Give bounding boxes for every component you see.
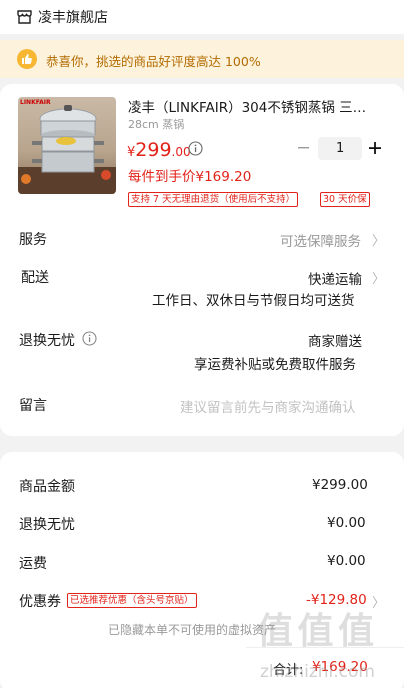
product-title[interactable]: 凌丰（LINKFAIR）304不锈钢蒸锅 三… <box>128 96 380 116</box>
return-fee-label: 退换无忧 <box>19 517 75 533</box>
return-note: 享运费补贴或免费取件服务 <box>194 357 356 373</box>
message-input[interactable]: 建议留言前先与商家沟通确认 <box>180 396 356 416</box>
return-value: 商家赠送 <box>308 334 362 350</box>
service-value[interactable]: 可选保障服务 <box>280 230 361 250</box>
quantity-value[interactable]: 1 <box>336 141 344 156</box>
final-price: 每件到手价¥169.20 <box>128 169 252 185</box>
return-fee-value: ¥0.00 <box>327 515 366 531</box>
product-image[interactable]: LINKFAIR <box>18 97 116 194</box>
coupon-tag[interactable]: 已选推荐优惠（含头号京贴） <box>67 593 197 608</box>
watermark-logo: 值 值 值 <box>257 611 374 652</box>
product-price: ¥299.00 <box>127 139 191 161</box>
store-header: 凌丰旗舰店 <box>0 0 404 34</box>
minus-icon[interactable] <box>297 146 311 150</box>
message-label: 留言 <box>19 398 47 414</box>
shipping-label: 运费 <box>19 556 47 572</box>
return-policy-tag: 支持 7 天无理由退货（使用后不支持） <box>128 192 299 207</box>
chevron-right-icon[interactable]: 〉 <box>372 592 385 611</box>
delivery-note: 工作日、双休日与节假日均可送货 <box>152 293 355 309</box>
delivery-label: 配送 <box>21 270 49 286</box>
image-brand-logo: LINKFAIR <box>20 99 51 106</box>
steamer-pot-illustration <box>18 105 116 194</box>
hidden-assets-note[interactable]: 已隐藏本单不可使用的虚拟资产 <box>108 621 276 638</box>
banner-text: 恭喜你，挑选的商品好评度高达 100% <box>46 54 261 69</box>
shipping-value: ¥0.00 <box>327 553 366 569</box>
coupon-label: 优惠券 <box>19 594 61 610</box>
chevron-right-icon[interactable]: 〉 <box>372 230 385 249</box>
rating-banner: 恭喜你，挑选的商品好评度高达 100% <box>0 40 404 78</box>
price-integer: 299 <box>135 139 172 161</box>
price-protect-tag: 30 天价保 <box>320 192 370 207</box>
goods-amount-label: 商品金额 <box>19 479 75 495</box>
delivery-value[interactable]: 快递运输 <box>308 268 362 288</box>
watermark-site: zhizhizhi.com <box>260 662 375 682</box>
info-icon[interactable] <box>82 331 97 346</box>
order-card: LINKFAIR 凌丰（LINKFAIR）304不锈钢蒸锅 三… 28cm 蒸锅… <box>0 84 404 436</box>
info-icon[interactable] <box>188 141 203 156</box>
chevron-right-icon[interactable]: 〉 <box>372 268 385 287</box>
store-name[interactable]: 凌丰旗舰店 <box>38 7 108 27</box>
goods-amount-value: ¥299.00 <box>312 477 368 493</box>
service-label: 服务 <box>19 232 47 248</box>
return-label: 退换无忧 <box>19 333 75 349</box>
plus-icon[interactable] <box>368 141 382 155</box>
product-spec[interactable]: 28cm 蒸锅 <box>128 116 184 132</box>
thumbs-up-icon <box>17 49 37 69</box>
store-icon <box>17 10 32 24</box>
